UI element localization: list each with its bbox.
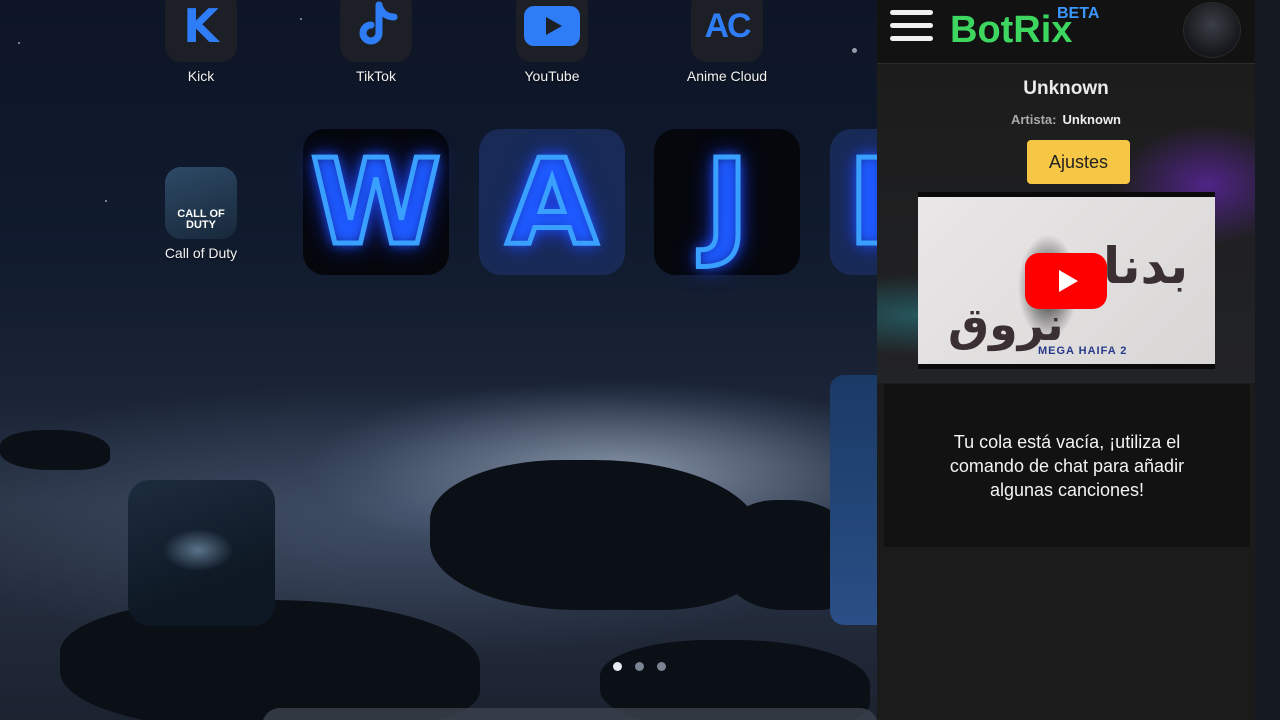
botrix-panel: BotRix BETA Unknown Artista: Unknown Ajus… xyxy=(877,0,1255,720)
settings-button[interactable]: Ajustes xyxy=(1027,140,1130,184)
youtube-icon xyxy=(516,0,588,62)
neon-widget-partial[interactable]: I xyxy=(830,129,878,275)
play-icon xyxy=(1058,270,1078,292)
app-youtube[interactable]: YouTube xyxy=(492,0,612,84)
kick-icon: K xyxy=(165,0,237,62)
star xyxy=(105,200,107,202)
page-indicator[interactable] xyxy=(613,662,666,671)
app-kick[interactable]: K Kick xyxy=(141,0,261,84)
rock xyxy=(60,600,480,720)
dock xyxy=(262,708,878,720)
beta-badge: BETA xyxy=(1057,5,1100,22)
menu-icon[interactable] xyxy=(890,10,933,46)
app-label: TikTok xyxy=(356,68,396,84)
star xyxy=(18,42,20,44)
tiktok-icon xyxy=(340,0,412,62)
photo-widget[interactable] xyxy=(128,480,275,626)
app-tiktok[interactable]: TikTok xyxy=(316,0,436,84)
star xyxy=(300,18,302,20)
neon-widget-a[interactable]: A xyxy=(479,129,625,275)
avatar[interactable] xyxy=(1183,2,1241,58)
app-label: Kick xyxy=(187,68,215,84)
queue-empty-box: Tu cola está vacía, ¡utiliza el comando … xyxy=(884,384,1250,547)
artist-label: Artista: xyxy=(1010,112,1057,127)
anime-cloud-icon: AC xyxy=(691,0,763,62)
app-call-of-duty[interactable]: CALL OF DUTY Call of Duty xyxy=(141,167,261,261)
call-of-duty-icon: CALL OF DUTY xyxy=(165,167,237,239)
thumbnail-caption: MEGA HAIFA 2 xyxy=(1038,345,1128,357)
app-label: YouTube xyxy=(524,68,580,84)
queue-empty-message: Tu cola está vacía, ¡utiliza el comando … xyxy=(949,431,1185,500)
panel-header: BotRix BETA xyxy=(877,0,1255,64)
neon-widget-j[interactable]: J xyxy=(654,129,800,275)
page-dot[interactable] xyxy=(657,662,666,671)
rock xyxy=(430,460,760,610)
brand-logo: BotRix xyxy=(950,9,1073,51)
artist-name: Unknown xyxy=(1062,112,1122,127)
page-dot[interactable] xyxy=(613,662,622,671)
neon-widget-w[interactable]: W xyxy=(303,129,449,275)
artist-line: Artista: Unknown xyxy=(877,112,1255,127)
wallpaper-edge xyxy=(1255,0,1280,720)
rock xyxy=(0,430,110,470)
youtube-play-button[interactable] xyxy=(1025,253,1107,309)
song-title: Unknown xyxy=(1023,78,1109,99)
partial-widget[interactable] xyxy=(830,375,878,625)
app-anime-cloud[interactable]: AC Anime Cloud xyxy=(667,0,787,84)
app-label: Anime Cloud xyxy=(686,68,768,84)
video-player[interactable]: بدنا نروق MEGA HAIFA 2 xyxy=(918,192,1215,369)
thumbnail-text: بدنا xyxy=(1103,237,1189,295)
page-dot[interactable] xyxy=(635,662,644,671)
app-label: Call of Duty xyxy=(164,245,238,261)
star xyxy=(852,48,857,53)
